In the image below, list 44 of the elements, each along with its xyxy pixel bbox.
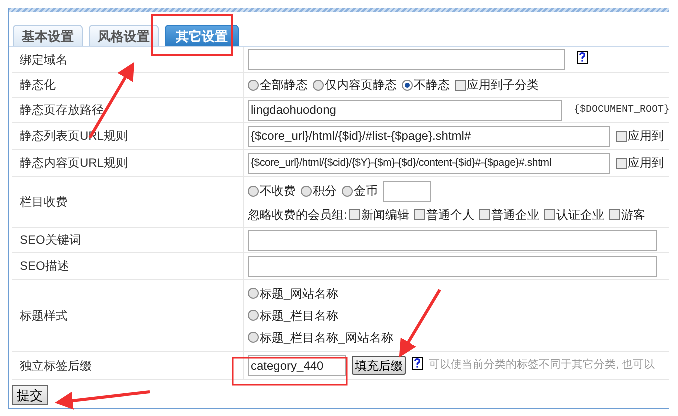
input-field[interactable]: category_440	[248, 355, 346, 376]
tab[interactable]: 基本设置	[13, 25, 83, 46]
radio-option[interactable]: 仅内容页静态	[313, 76, 397, 94]
help-icon[interactable]	[577, 51, 588, 64]
input-field[interactable]	[248, 49, 565, 70]
radio-option[interactable]: 不静态	[402, 76, 450, 94]
radio-option[interactable]: 积分	[301, 182, 337, 200]
input-field[interactable]	[248, 230, 657, 250]
input-field[interactable]	[248, 256, 657, 276]
path-hint: {$DOCUMENT_ROOT}	[574, 104, 669, 118]
checkbox-option[interactable]: 游客	[609, 206, 646, 224]
checkbox-option[interactable]: 应用到	[616, 154, 664, 172]
radio-option[interactable]: 标题_网站名称	[248, 284, 339, 302]
input-field[interactable]	[383, 180, 431, 202]
checkbox-option[interactable]: 普通个人	[414, 206, 474, 224]
radio-option[interactable]: 不收费	[248, 182, 296, 200]
fill-suffix-button[interactable]: 填充后缀	[352, 356, 406, 375]
field-label: SEO关键词	[20, 232, 82, 249]
field-label: 标题样式	[20, 308, 68, 324]
field-label: 静态内容页URL规则	[20, 155, 128, 172]
checkbox-option[interactable]: 认证企业	[544, 206, 604, 224]
radio-option[interactable]: 标题_栏目名称	[248, 306, 339, 324]
hint-text: 可以使当前分类的标签不同于其它分类, 也可以	[429, 358, 656, 374]
tab[interactable]: 风格设置	[89, 25, 159, 46]
checkbox-option[interactable]: 应用到	[616, 127, 664, 145]
radio-option[interactable]: 全部静态	[248, 76, 308, 94]
help-icon[interactable]	[412, 357, 423, 370]
checkbox-option[interactable]: 新闻编辑	[349, 206, 410, 224]
submit-button[interactable]: 提交	[12, 385, 48, 405]
input-field[interactable]: {$core_url}/html/{$cid}/{$Y}-{$m}-{$d}/content-{$id}#-{$page}#.shtml	[248, 152, 610, 174]
group-label: 忽略收费的会员组:	[248, 206, 348, 224]
field-label: 栏目收费	[20, 194, 68, 211]
annotation-arrow	[399, 289, 442, 358]
field-label: 静态页存放路径	[20, 102, 104, 119]
radio-option[interactable]: 标题_栏目名称_网站名称	[248, 328, 394, 346]
radio-option[interactable]: 金币	[342, 182, 378, 200]
field-label: 绑定域名	[20, 52, 68, 68]
checkbox-option[interactable]: 应用到子分类	[455, 76, 539, 94]
field-label: 独立标签后缀	[20, 358, 92, 374]
input-field[interactable]: {$core_url}/html/{$id}/#list-{$page}.shtml#	[248, 126, 610, 146]
field-label: SEO描述	[20, 258, 70, 275]
field-label: 静态化	[20, 77, 56, 94]
input-field[interactable]: lingdaohuodong	[248, 100, 562, 120]
checkbox-option[interactable]: 普通企业	[479, 206, 540, 224]
